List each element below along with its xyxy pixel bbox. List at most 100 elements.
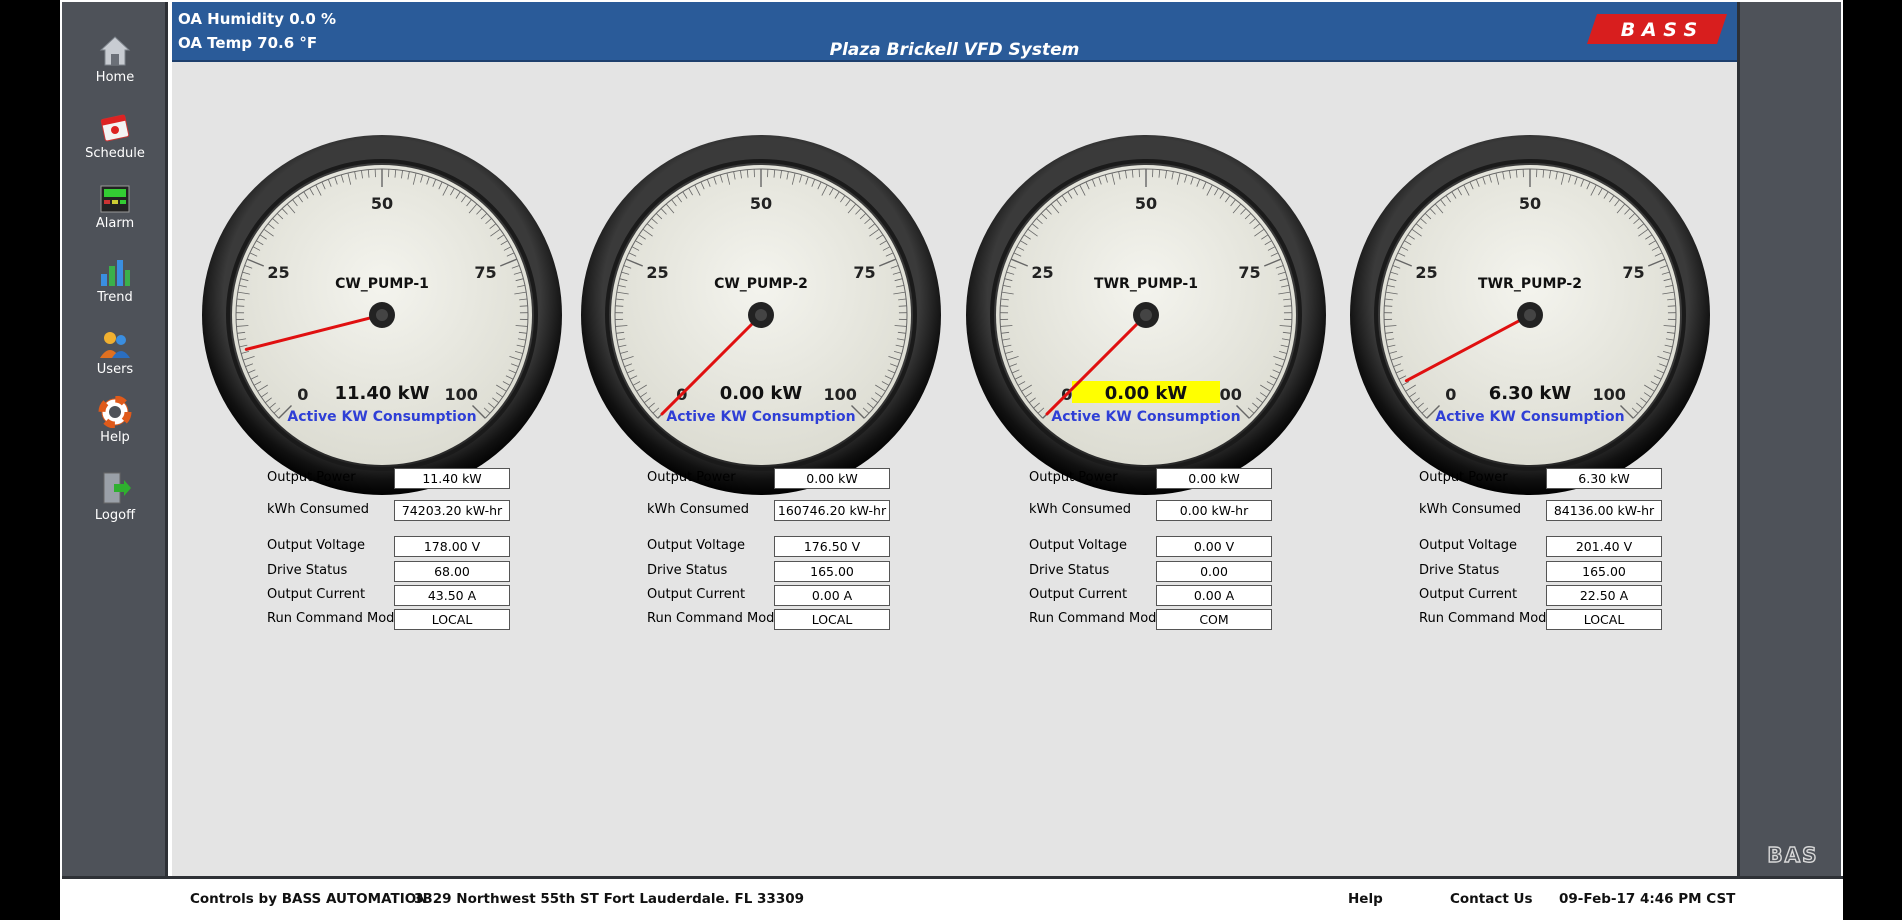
drive-status-label: Drive Status: [1029, 563, 1110, 578]
gauge-tick-label: 75: [853, 263, 875, 282]
main-area: 0 25 50 75 100 CW_PUMP-1 11.40 kW Active KW Con…: [172, 62, 1737, 876]
gauge-caption: Active KW Consumption: [287, 409, 476, 425]
footer-controls-by: Controls by BASS AUTOMATION: [190, 891, 428, 907]
output-current-label: Output Current: [1029, 587, 1128, 602]
gauge-kw-value: 6.30 kW: [1489, 383, 1572, 404]
output-current-label: Output Current: [647, 587, 746, 602]
home-icon: [99, 36, 131, 66]
drive-status-label: Drive Status: [647, 563, 728, 578]
nav-users[interactable]: Users: [62, 328, 168, 377]
logoff-door-icon: [103, 472, 131, 504]
nav-logoff-label: Logoff: [94, 508, 136, 523]
nav-home[interactable]: Home: [62, 34, 168, 85]
kwh-consumed-label: kWh Consumed: [1029, 502, 1131, 517]
output-power-value: 0.00 kW: [774, 468, 890, 489]
nav-logoff[interactable]: Logoff: [62, 470, 168, 523]
run-command-mode-label: Run Command Mode: [1419, 611, 1555, 626]
output-voltage-label: Output Voltage: [1029, 538, 1128, 553]
drive-status-label: Drive Status: [267, 563, 348, 578]
nav-alarm-label: Alarm: [95, 216, 135, 231]
page-title: Plaza Brickell VFD System: [829, 40, 1080, 60]
run-command-mode-value: COM: [1156, 609, 1272, 630]
output-voltage-value: 178.00 V: [394, 536, 510, 557]
gauge-twr-pump-1: 0255075100TWR_PUMP-10.00 kWActive KW Con…: [966, 135, 1326, 495]
footer-contact-link[interactable]: Contact Us: [1450, 891, 1533, 907]
svg-text:B A S S: B A S S: [1621, 19, 1697, 41]
gauge-tick-label: 50: [371, 194, 393, 213]
right-bar: [1737, 2, 1841, 876]
gauge-pump-name: CW_PUMP-1: [335, 276, 429, 292]
output-current-value: 0.00 A: [774, 585, 890, 606]
gauge-kw-value: 0.00 kW: [1105, 383, 1188, 404]
gauge-tick-label: 0: [297, 385, 308, 404]
output-voltage-label: Output Voltage: [267, 538, 366, 553]
nav-home-label: Home: [95, 70, 135, 85]
output-current-label: Output Current: [267, 587, 366, 602]
gauge-tick-label: 75: [1238, 263, 1260, 282]
nav-schedule-label: Schedule: [85, 146, 145, 161]
output-power-label: Output Power: [1419, 470, 1508, 485]
gauge-tick-label: 50: [1519, 194, 1541, 213]
drive-status-label: Drive Status: [1419, 563, 1500, 578]
bass-logo: B A S S: [1587, 14, 1727, 44]
kwh-consumed-value: 84136.00 kW-hr: [1546, 500, 1662, 521]
footer: Controls by BASS AUTOMATION 3329 Northwe…: [62, 876, 1843, 920]
gauge-tick-label: 100: [823, 385, 856, 404]
nav-trend-label: Trend: [97, 290, 133, 305]
lifebuoy-icon: [98, 396, 132, 428]
gauge-tick-label: 75: [474, 263, 496, 282]
bas-logo-mark: BAS: [1767, 842, 1818, 867]
kwh-consumed-label: kWh Consumed: [1419, 502, 1521, 517]
gauge-pump-name: TWR_PUMP-2: [1478, 276, 1582, 292]
gauge-cw-pump-2: 0255075100CW_PUMP-20.00 kWActive KW Cons…: [581, 135, 941, 495]
output-current-value: 43.50 A: [394, 585, 510, 606]
kwh-consumed-value: 160746.20 kW-hr: [774, 500, 890, 521]
output-power-label: Output Power: [1029, 470, 1118, 485]
run-command-mode-label: Run Command Mode: [267, 611, 403, 626]
gauge-pump-name: TWR_PUMP-1: [1094, 276, 1198, 292]
footer-help-link[interactable]: Help: [1348, 891, 1383, 907]
nav-help-label: Help: [100, 430, 130, 445]
gauge-tick-label: 25: [646, 263, 668, 282]
gauge-tick-label: 50: [1135, 194, 1157, 213]
drive-status-value: 68.00: [394, 561, 510, 582]
footer-address: 3329 Northwest 55th ST Fort Lauderdale. …: [414, 891, 805, 907]
kwh-consumed-label: kWh Consumed: [647, 502, 749, 517]
gauge-tick-label: 25: [267, 263, 289, 282]
output-current-value: 22.50 A: [1546, 585, 1662, 606]
output-power-label: Output Power: [647, 470, 736, 485]
output-voltage-value: 176.50 V: [774, 536, 890, 557]
gauge-tick-label: 100: [1592, 385, 1625, 404]
svg-text:BAS: BAS: [1767, 843, 1818, 867]
gauge-caption: Active KW Consumption: [1051, 409, 1240, 425]
alarm-panel-icon: [100, 185, 130, 213]
output-current-label: Output Current: [1419, 587, 1518, 602]
nav-users-label: Users: [96, 362, 134, 377]
drive-status-value: 165.00: [774, 561, 890, 582]
run-command-mode-label: Run Command Mode: [647, 611, 783, 626]
output-power-value: 6.30 kW: [1546, 468, 1662, 489]
gauge-tick-label: 25: [1415, 263, 1437, 282]
gauge-tick-label: 50: [750, 194, 772, 213]
calendar-icon: [100, 114, 130, 142]
output-voltage-label: Output Voltage: [647, 538, 746, 553]
run-command-mode-label: Run Command Mode: [1029, 611, 1165, 626]
footer-datetime: 09-Feb-17 4:46 PM CST: [1559, 891, 1736, 907]
users-icon: [100, 332, 130, 358]
nav-trend[interactable]: Trend: [62, 256, 168, 305]
nav-schedule[interactable]: Schedule: [62, 110, 168, 161]
gauge-tick-label: 100: [444, 385, 477, 404]
drive-status-value: 165.00: [1546, 561, 1662, 582]
nav-help[interactable]: Help: [62, 396, 168, 445]
gauge-tick-label: 75: [1622, 263, 1644, 282]
header-bar: OA Humidity 0.0 % OA Temp 70.6 °F Plaza …: [172, 2, 1737, 62]
output-power-label: Output Power: [267, 470, 356, 485]
run-command-mode-value: LOCAL: [774, 609, 890, 630]
gauge-tick-label: 25: [1031, 263, 1053, 282]
output-voltage-value: 201.40 V: [1546, 536, 1662, 557]
kwh-consumed-value: 74203.20 kW-hr: [394, 500, 510, 521]
output-voltage-label: Output Voltage: [1419, 538, 1518, 553]
oa-humidity: OA Humidity 0.0 %: [178, 10, 337, 28]
gauge-tick-label: 0: [1445, 385, 1456, 404]
nav-alarm[interactable]: Alarm: [62, 184, 168, 231]
